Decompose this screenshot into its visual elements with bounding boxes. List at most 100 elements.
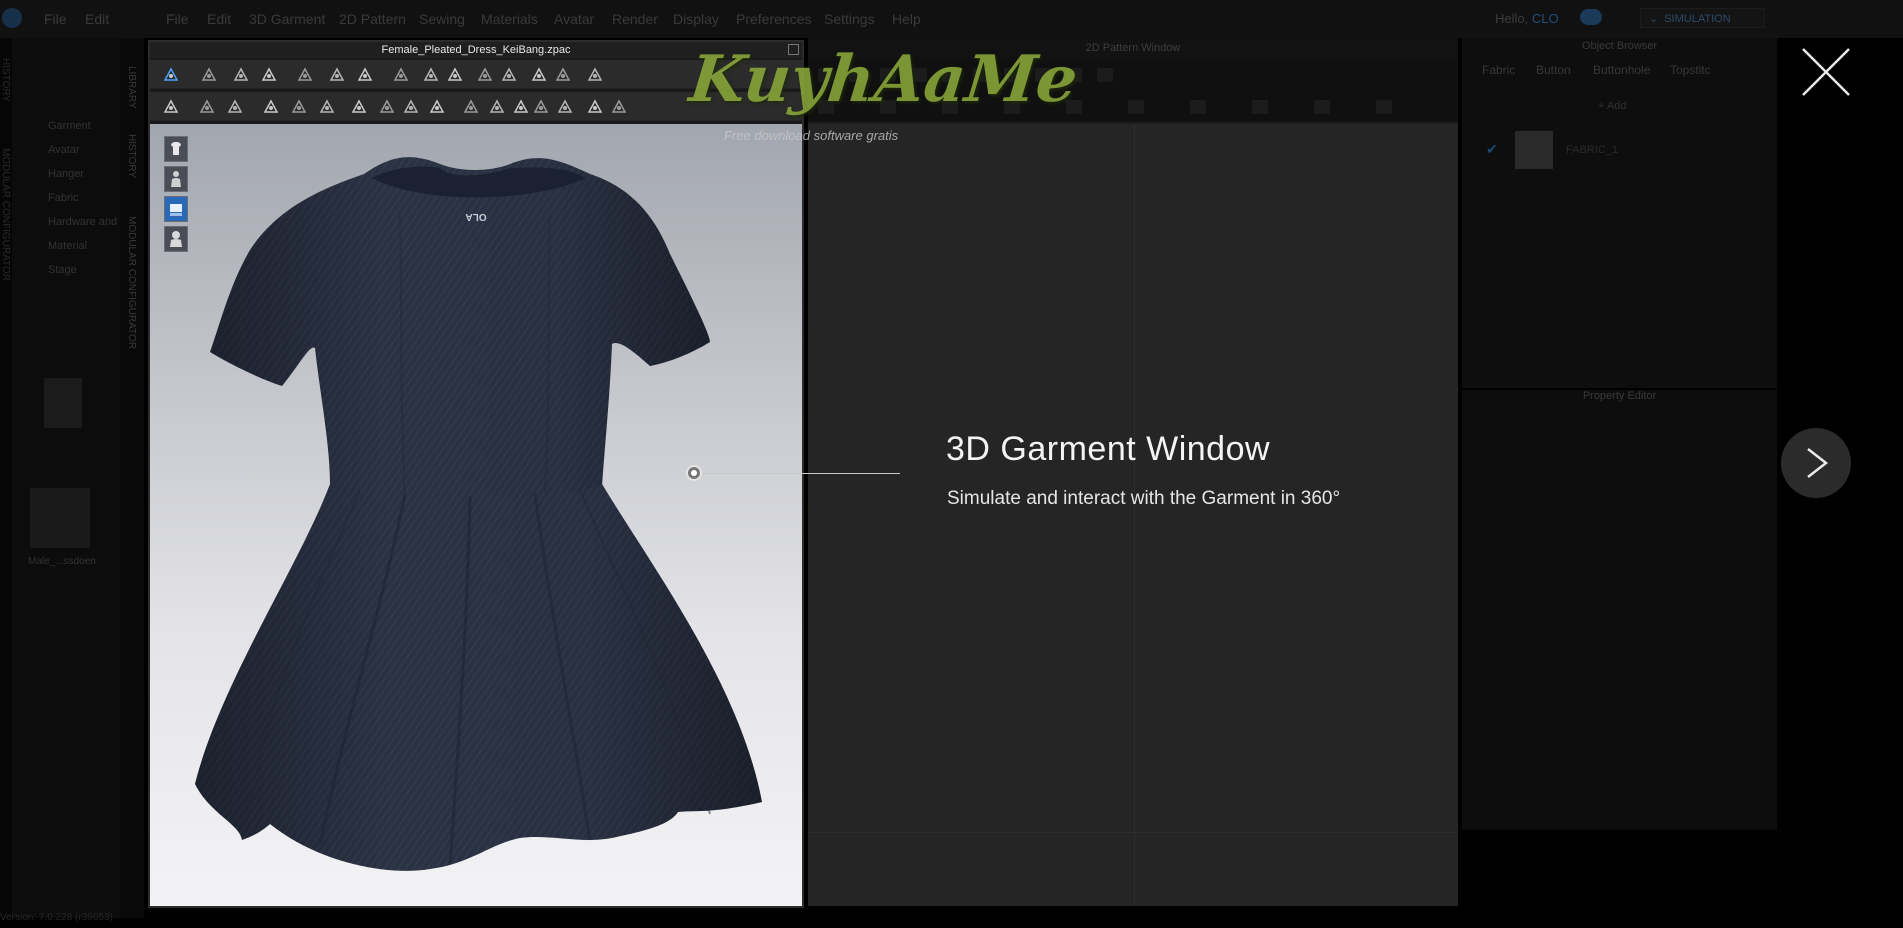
toolbar-tool-icon[interactable]: [530, 66, 548, 84]
show-garment-button[interactable]: [164, 136, 188, 162]
greeting-text: Hello,: [1495, 11, 1529, 26]
callout-line: [702, 473, 900, 474]
watermark-tagline: Free download software gratis: [724, 128, 899, 143]
menu-preferences[interactable]: Preferences: [736, 11, 811, 27]
menu-avatar[interactable]: Avatar: [554, 11, 594, 27]
object-browser-title: Object Browser: [1581, 40, 1658, 52]
garment-viewport[interactable]: OLA: [150, 124, 802, 906]
tab-buttonhole[interactable]: Buttonhole: [1593, 63, 1650, 77]
menu-settings[interactable]: Settings: [824, 11, 875, 27]
check-icon[interactable]: ✔: [1486, 141, 1498, 158]
tab-modular-configurator[interactable]: MODULAR CONFIGURATOR: [126, 216, 137, 349]
user-name[interactable]: CLO: [1532, 11, 1559, 26]
ghost-menu-file: File: [44, 11, 67, 27]
toolbar-tool-icon[interactable]: [232, 66, 250, 84]
tab-topstitch[interactable]: Topstitc: [1670, 63, 1711, 77]
pattern-tool-icon[interactable]: [1190, 100, 1206, 114]
toolbar-tool-icon[interactable]: [428, 98, 446, 116]
toolbar-tool-icon[interactable]: [500, 66, 518, 84]
menu-2d-pattern[interactable]: 2D Pattern: [339, 11, 406, 27]
library-panel: Garment Avatar Hanger Fabric Hardware an…: [12, 38, 120, 918]
pattern-tool-icon[interactable]: [1376, 100, 1392, 114]
show-fabric-button[interactable]: [164, 196, 188, 222]
library-item-fabric[interactable]: Fabric: [48, 192, 79, 204]
simulation-button[interactable]: ⌄ SIMULATION: [1640, 8, 1765, 28]
toolbar-tool-icon[interactable]: [162, 66, 180, 84]
toolbar-tool-icon[interactable]: [290, 98, 308, 116]
add-label: Add: [1606, 100, 1627, 112]
toolbar-tool-icon[interactable]: [488, 98, 506, 116]
grid-line: [1134, 124, 1135, 906]
fabric-name[interactable]: FABRIC_1: [1566, 144, 1618, 156]
add-button[interactable]: + Add: [1598, 100, 1626, 112]
toolbar-tool-icon[interactable]: [422, 66, 440, 84]
toolbar-tool-icon[interactable]: [260, 66, 278, 84]
toolbar-tool-icon[interactable]: [462, 98, 480, 116]
tab-library[interactable]: LIBRARY: [126, 66, 137, 109]
toolbar-tool-icon[interactable]: [328, 66, 346, 84]
tab-history-left[interactable]: HISTORY: [0, 58, 11, 102]
menu-edit[interactable]: Edit: [207, 11, 231, 27]
simulation-label: SIMULATION: [1664, 13, 1731, 25]
toolbar-tool-icon[interactable]: [198, 98, 216, 116]
library-vertical-tabs: LIBRARY HISTORY MODULAR CONFIGURATOR: [120, 38, 144, 918]
library-thumbnail[interactable]: [44, 378, 82, 428]
menu-file[interactable]: File: [166, 11, 189, 27]
close-icon[interactable]: [1800, 46, 1852, 98]
toolbar-tool-icon[interactable]: [262, 98, 280, 116]
toolbar-tool-icon[interactable]: [162, 98, 180, 116]
toolbar-tool-icon[interactable]: [532, 98, 550, 116]
pattern-tool-icon[interactable]: [1314, 100, 1330, 114]
menu-3d-garment[interactable]: 3D Garment: [249, 11, 325, 27]
toolbar-tool-icon[interactable]: [586, 66, 604, 84]
callout-dot-icon: [686, 465, 702, 481]
pattern-tool-icon[interactable]: [1252, 100, 1268, 114]
toolbar-tool-icon[interactable]: [200, 66, 218, 84]
menu-materials[interactable]: Materials: [481, 11, 538, 27]
fabric-swatch[interactable]: [1515, 131, 1553, 169]
toolbar-tool-icon[interactable]: [554, 66, 572, 84]
pattern-tool-icon[interactable]: [1097, 68, 1113, 82]
library-thumbnail-shirt[interactable]: [30, 488, 90, 548]
toolbar-tool-icon[interactable]: [378, 98, 396, 116]
library-item-hardware[interactable]: Hardware and: [48, 216, 117, 228]
toolbar-tool-icon[interactable]: [556, 98, 574, 116]
toolbar-tool-icon[interactable]: [318, 98, 336, 116]
menu-help[interactable]: Help: [892, 11, 921, 27]
library-item-avatar[interactable]: Avatar: [48, 144, 80, 156]
library-item-material[interactable]: Material: [48, 240, 87, 252]
version-label: Version: 7.0.228 (r39653): [0, 912, 113, 923]
toolbar-tool-icon[interactable]: [296, 66, 314, 84]
pattern-canvas[interactable]: [808, 124, 1458, 906]
cloud-icon[interactable]: [1580, 9, 1602, 25]
show-avatar-button[interactable]: [164, 166, 188, 192]
dress-render[interactable]: OLA: [150, 124, 802, 906]
greeting: Hello, CLO: [1495, 11, 1559, 26]
toolbar-tool-icon[interactable]: [350, 98, 368, 116]
pattern-tool-icon[interactable]: [1128, 100, 1144, 114]
tab-fabric[interactable]: Fabric: [1482, 63, 1515, 77]
toolbar-tool-icon[interactable]: [446, 66, 464, 84]
toolbar-tool-icon[interactable]: [226, 98, 244, 116]
toolbar-tool-icon[interactable]: [476, 66, 494, 84]
tab-modular-configurator-left[interactable]: MODULAR CONFIGURATOR: [0, 148, 11, 281]
tab-button[interactable]: Button: [1536, 63, 1571, 77]
menu-render[interactable]: Render: [612, 11, 658, 27]
library-item-stage[interactable]: Stage: [48, 264, 77, 276]
toolbar-tool-icon[interactable]: [392, 66, 410, 84]
property-editor-title: Property Editor: [1582, 390, 1657, 402]
show-avatar-texture-button[interactable]: [164, 226, 188, 252]
toolbar-tool-icon[interactable]: [610, 98, 628, 116]
toolbar-tool-icon[interactable]: [586, 98, 604, 116]
clo-logo-icon: [2, 8, 22, 28]
library-item-hanger[interactable]: Hanger: [48, 168, 84, 180]
toolbar-tool-icon[interactable]: [402, 98, 420, 116]
menu-display[interactable]: Display: [673, 11, 719, 27]
object-browser: [1462, 38, 1777, 388]
toolbar-tool-icon[interactable]: [512, 98, 530, 116]
toolbar-tool-icon[interactable]: [356, 66, 374, 84]
library-item-garment[interactable]: Garment: [48, 120, 91, 132]
tab-history[interactable]: HISTORY: [126, 134, 137, 178]
menu-sewing[interactable]: Sewing: [419, 11, 465, 27]
next-button[interactable]: [1781, 428, 1851, 498]
